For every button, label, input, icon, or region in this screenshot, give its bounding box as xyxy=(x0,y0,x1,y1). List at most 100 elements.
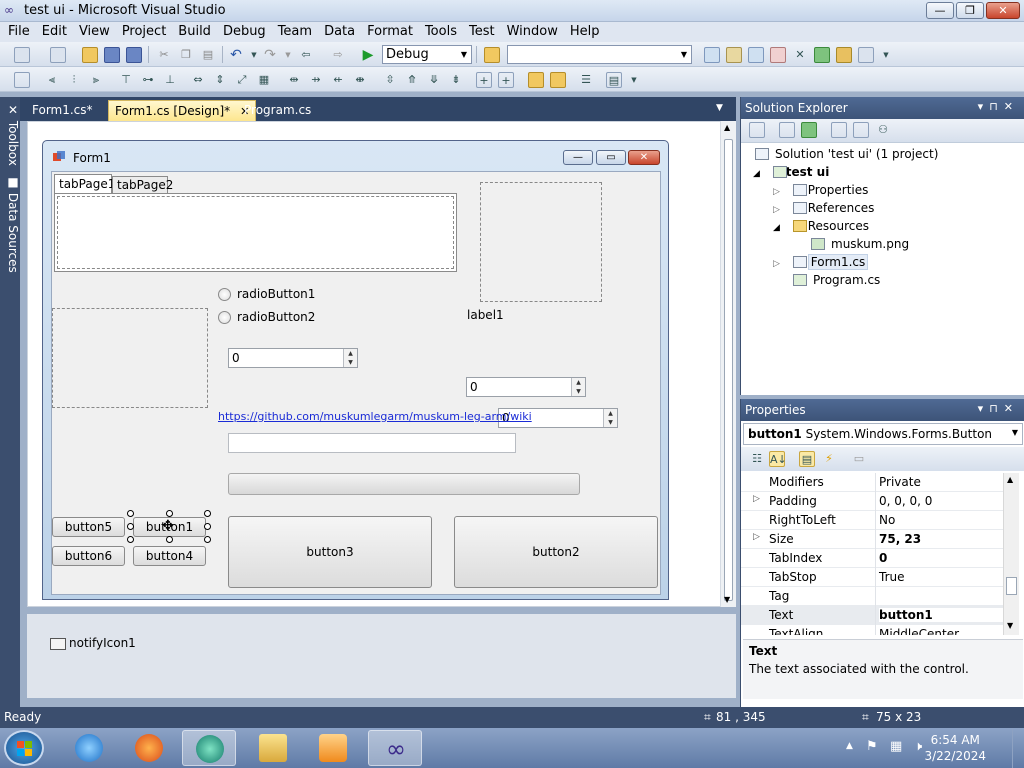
properties-scrollbar[interactable]: ▲ ▼ xyxy=(1003,473,1019,635)
tree-resources[interactable]: ◢ Resources xyxy=(773,217,869,235)
tab-page-1[interactable]: tabPage1 xyxy=(54,174,115,193)
volume-muted-icon[interactable]: 🕨 xyxy=(914,739,922,754)
resize-handle-nw[interactable] xyxy=(127,510,134,517)
properties-window-icon[interactable] xyxy=(726,47,742,63)
resize-handle-s[interactable] xyxy=(166,536,173,543)
start-debugging-icon[interactable]: ▶ xyxy=(360,47,376,63)
menu-build[interactable]: Build xyxy=(172,22,217,39)
taskbar-firefox[interactable] xyxy=(122,730,176,766)
resize-handle-ne[interactable] xyxy=(204,510,211,517)
resize-handle-e[interactable] xyxy=(204,523,211,530)
panel-dropdown-icon[interactable]: ▾ xyxy=(978,100,990,113)
start-page-icon[interactable] xyxy=(814,47,830,63)
scrollbar-thumb[interactable] xyxy=(1006,577,1017,595)
panel[interactable] xyxy=(52,308,208,408)
decrease-vertical-spacing-icon[interactable]: ⤋ xyxy=(426,72,442,88)
tree-solution[interactable]: Solution 'test ui' (1 project) xyxy=(755,145,938,163)
tree-references[interactable]: ▷ References xyxy=(773,199,874,217)
toolbox-tab[interactable]: ✕ Toolbox xyxy=(0,103,20,166)
prop-value[interactable]: 0, 0, 0, 0 xyxy=(879,494,932,508)
menu-window[interactable]: Window xyxy=(501,22,564,39)
resize-handle-se[interactable] xyxy=(204,536,211,543)
taskbar-file-explorer[interactable] xyxy=(246,730,300,766)
button4[interactable]: button4 xyxy=(133,546,206,566)
object-selector-dropdown[interactable]: button1 System.Windows.Forms.Button ▼ xyxy=(743,423,1023,445)
solution-configurations-dropdown[interactable]: Debug ▼ xyxy=(382,45,472,64)
scroll-down-icon[interactable]: ▼ xyxy=(1007,621,1013,630)
numeric-up-down-1[interactable]: 0 ▲ ▼ xyxy=(228,348,358,368)
collapsed-arrow-icon[interactable]: ▷ xyxy=(773,205,780,215)
prop-value[interactable]: Private xyxy=(879,475,921,489)
align-tops-icon[interactable]: ⊤ xyxy=(118,72,134,88)
tab-program-cs[interactable]: Program.cs xyxy=(238,100,317,121)
find-in-files-icon[interactable] xyxy=(484,47,500,63)
open-file-icon[interactable] xyxy=(82,47,98,63)
menu-view[interactable]: View xyxy=(73,22,116,39)
prop-row-padding[interactable]: ▷ Padding 0, 0, 0, 0 xyxy=(741,492,1005,511)
resize-handle-sw[interactable] xyxy=(127,536,134,543)
solution-explorer-icon[interactable] xyxy=(704,47,720,63)
taskbar-media-app[interactable] xyxy=(182,730,236,766)
taskbar-media-player[interactable] xyxy=(306,730,360,766)
menu-file[interactable]: File xyxy=(0,22,36,39)
extension-manager-icon[interactable] xyxy=(836,47,852,63)
view-code-icon[interactable] xyxy=(831,122,847,138)
expand-arrow-icon[interactable]: ▷ xyxy=(753,532,760,542)
spin-buttons[interactable]: ▲ ▼ xyxy=(571,378,585,396)
scroll-down-icon[interactable]: ▼ xyxy=(724,595,730,604)
panel-close-icon[interactable]: ✕ xyxy=(1004,402,1019,415)
spin-buttons[interactable]: ▲ ▼ xyxy=(343,349,357,367)
toolbar-options-icon[interactable]: ▼ xyxy=(878,47,894,63)
button2[interactable]: button2 xyxy=(454,516,658,588)
prop-value[interactable]: 75, 23 xyxy=(879,532,921,546)
form1-window[interactable]: Form1 — ▭ ✕ tabPage1 tabPage2 label1 rad… xyxy=(42,140,669,600)
prop-value[interactable]: True xyxy=(879,570,905,584)
restore-button[interactable]: ❐ xyxy=(956,2,984,19)
start-button[interactable] xyxy=(4,730,44,766)
categorized-icon[interactable]: ☷ xyxy=(749,451,765,467)
prop-row-text[interactable]: Text button1 xyxy=(741,606,1005,625)
form-minimize-button[interactable]: — xyxy=(563,150,593,165)
menu-project[interactable]: Project xyxy=(116,22,172,39)
prop-value[interactable]: button1 xyxy=(879,608,1003,622)
system-clock[interactable]: 6:54 AM 3/22/2024 xyxy=(924,732,986,764)
save-icon[interactable] xyxy=(104,47,120,63)
menu-data[interactable]: Data xyxy=(318,22,361,39)
class-diagram-icon[interactable]: ⚇ xyxy=(875,122,891,138)
tree-project[interactable]: ◢ test ui xyxy=(753,163,829,181)
properties-icon[interactable] xyxy=(749,122,765,138)
toolbox-icon[interactable] xyxy=(770,47,786,63)
align-bottoms-icon[interactable]: ⊥ xyxy=(162,72,178,88)
center-vertically-icon[interactable]: + xyxy=(498,72,514,88)
make-same-width-icon[interactable]: ⇔ xyxy=(190,72,206,88)
form-maximize-button[interactable]: ▭ xyxy=(596,150,626,165)
prop-row-textalign[interactable]: TextAlign MiddleCenter xyxy=(741,625,1005,635)
text-box[interactable] xyxy=(228,433,516,453)
new-project-icon[interactable] xyxy=(14,47,30,63)
bring-to-front-icon[interactable] xyxy=(528,72,544,88)
add-item-icon[interactable] xyxy=(50,47,66,63)
alphabetical-icon[interactable]: A↓ xyxy=(769,451,787,467)
data-sources-tab[interactable]: ■ Data Sources xyxy=(0,175,20,273)
menu-tools[interactable]: Tools xyxy=(419,22,463,39)
copy-icon[interactable]: ❐ xyxy=(178,47,194,63)
prop-value[interactable]: No xyxy=(879,513,895,527)
prop-row-tabindex[interactable]: TabIndex 0 xyxy=(741,549,1005,568)
tools-icon[interactable]: ✕ xyxy=(792,47,808,63)
align-rights-icon[interactable]: ⫸ xyxy=(88,72,104,88)
button5[interactable]: button5 xyxy=(52,517,125,537)
notify-icon-component[interactable]: notifyIcon1 xyxy=(69,636,136,650)
scroll-up-icon[interactable]: ▲ xyxy=(724,123,730,132)
make-same-size-icon[interactable]: ⤢ xyxy=(234,72,250,88)
tree-muskum-png[interactable]: muskum.png xyxy=(811,235,909,253)
size-to-grid-icon[interactable]: ▦ xyxy=(256,72,272,88)
command-window-icon[interactable] xyxy=(858,47,874,63)
expand-arrow-icon[interactable]: ▷ xyxy=(753,494,760,504)
increase-horizontal-spacing-icon[interactable]: ⇸ xyxy=(308,72,324,88)
action-center-flag-icon[interactable]: ⚑ xyxy=(866,739,878,754)
remove-horizontal-spacing-icon[interactable]: ⇼ xyxy=(352,72,368,88)
properties-view-icon[interactable]: ▤ xyxy=(799,451,815,467)
decrease-horizontal-spacing-icon[interactable]: ⇷ xyxy=(330,72,346,88)
prop-row-tag[interactable]: Tag xyxy=(741,587,1005,606)
save-all-icon[interactable] xyxy=(126,47,142,63)
